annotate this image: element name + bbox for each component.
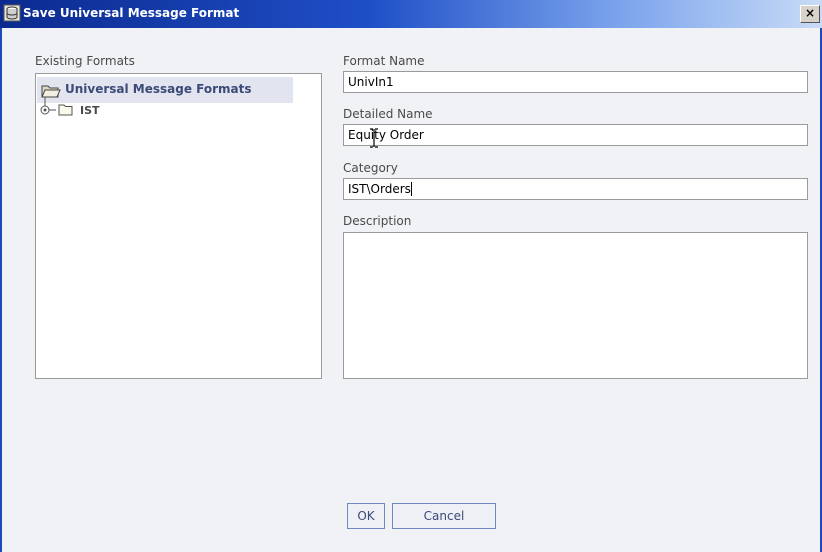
format-name-field[interactable]: UnivIn1	[343, 71, 808, 93]
category-label: Category	[343, 161, 398, 175]
window-title: Save Universal Message Format	[23, 6, 240, 20]
ok-button[interactable]: OK	[347, 503, 385, 529]
category-value: IST\Orders	[348, 182, 411, 196]
close-button[interactable]: ×	[800, 5, 820, 23]
database-icon	[3, 4, 21, 22]
format-name-value: UnivIn1	[348, 75, 394, 89]
tree-item-ist[interactable]: IST	[36, 97, 236, 121]
category-field[interactable]: IST\Orders	[343, 178, 808, 200]
title-bar: Save Universal Message Format ×	[0, 0, 822, 28]
detailed-name-field[interactable]: Equity Order	[343, 124, 808, 146]
tree-expander-icon	[40, 97, 73, 116]
ok-button-label: OK	[357, 509, 375, 523]
tree-child-label: IST	[80, 104, 100, 117]
description-label: Description	[343, 214, 412, 228]
text-caret	[410, 182, 412, 196]
close-icon: ×	[804, 6, 816, 20]
description-textarea[interactable]	[343, 232, 808, 379]
format-name-label: Format Name	[343, 54, 425, 68]
detailed-name-label: Detailed Name	[343, 107, 433, 121]
cancel-button[interactable]: Cancel	[392, 503, 496, 529]
text-cursor-icon	[370, 128, 378, 148]
formats-tree[interactable]: Universal Message Formats IST	[35, 73, 322, 379]
cancel-button-label: Cancel	[423, 509, 465, 523]
existing-formats-label: Existing Formats	[35, 54, 135, 68]
detailed-name-value: Equity Order	[348, 128, 424, 142]
tree-root-label: Universal Message Formats	[65, 82, 252, 96]
